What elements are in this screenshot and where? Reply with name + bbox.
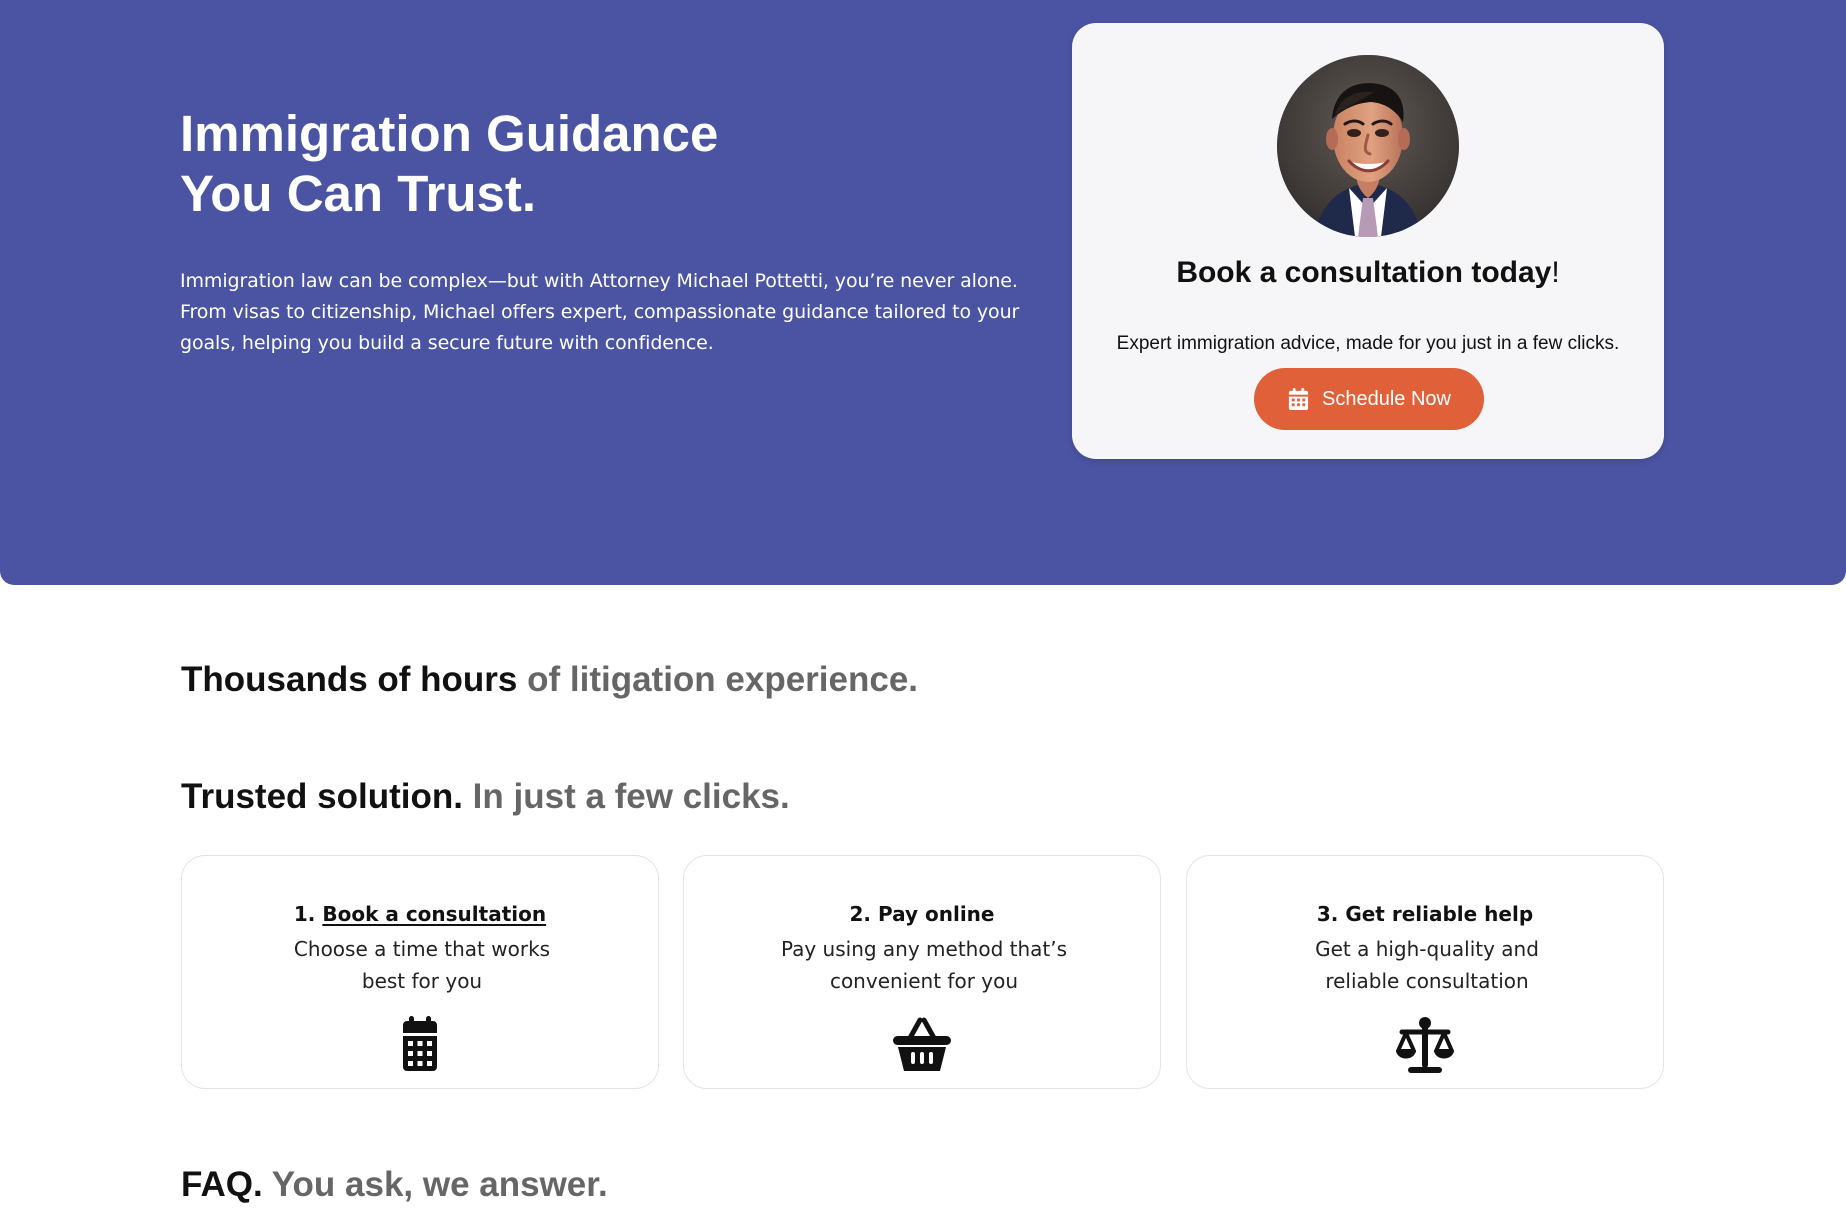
consultation-subtitle: Expert immigration advice, made for you … <box>1116 333 1620 354</box>
schedule-now-button[interactable]: Schedule Now <box>1254 368 1484 430</box>
solution-heading-muted: In just a few clicks. <box>462 777 790 816</box>
solution-heading: Trusted solution. In just a few clicks. <box>181 775 790 819</box>
step-title-get-reliable-help: 3. Get reliable help <box>1187 901 1663 927</box>
faq-heading: FAQ. You ask, we answer. <box>181 1163 608 1207</box>
scale-icon <box>1394 1016 1456 1074</box>
step-number: 3. <box>1316 902 1346 926</box>
steps-list: 1. Book a consultation Choose a time tha… <box>181 855 1665 1091</box>
step-number: 2. <box>849 902 878 926</box>
basket-icon <box>891 1016 953 1074</box>
step-description: Pay using any method that’s convenient f… <box>780 937 1068 993</box>
faq-heading-strong: FAQ. <box>181 1165 263 1204</box>
step-card-pay-online: 2. Pay online Pay using any method that’… <box>683 855 1161 1089</box>
faq-heading-muted: You ask, we answer. <box>262 1165 608 1204</box>
calendar-icon <box>1288 387 1309 410</box>
step-title-book-consultation: 1. Book a consultation <box>182 901 658 927</box>
hero-section: Immigration Guidance You Can Trust. Immi… <box>0 0 1846 585</box>
step-description: Choose a time that works best for you <box>293 937 551 993</box>
hero-title-line-1: Immigration Guidance <box>180 105 719 162</box>
hero-title: Immigration Guidance You Can Trust. <box>180 104 900 224</box>
step-title-text: Pay online <box>877 902 995 926</box>
consultation-title-exclamation: ! <box>1551 256 1560 289</box>
step-card-book-consultation: 1. Book a consultation Choose a time tha… <box>181 855 659 1089</box>
step-description: Get a high-quality and reliable consulta… <box>1315 937 1539 993</box>
experience-heading: Thousands of hours of litigation experie… <box>181 658 918 702</box>
attorney-avatar <box>1277 55 1459 237</box>
solution-heading-strong: Trusted solution. <box>181 777 463 816</box>
experience-heading-muted: of litigation experience. <box>517 660 919 699</box>
schedule-now-label: Schedule Now <box>1322 387 1451 410</box>
step-card-get-reliable-help: 3. Get reliable help Get a high-quality … <box>1186 855 1664 1089</box>
step-title-text: Get reliable help <box>1345 902 1534 926</box>
calendar-icon <box>389 1016 451 1074</box>
consultation-card: Book a consultation today! Expert immigr… <box>1072 23 1664 459</box>
step-title-pay-online: 2. Pay online <box>684 901 1160 927</box>
book-consultation-link[interactable]: Book a consultation <box>322 902 546 926</box>
step-number: 1. <box>293 902 323 926</box>
consultation-title: Book a consultation today! <box>1072 255 1664 291</box>
experience-heading-strong: Thousands of hours <box>181 660 518 699</box>
consultation-title-text: Book a consultation today <box>1176 256 1552 289</box>
hero-title-line-2: You Can Trust. <box>180 165 537 222</box>
hero-description: Immigration law can be complex—but with … <box>180 270 1020 354</box>
